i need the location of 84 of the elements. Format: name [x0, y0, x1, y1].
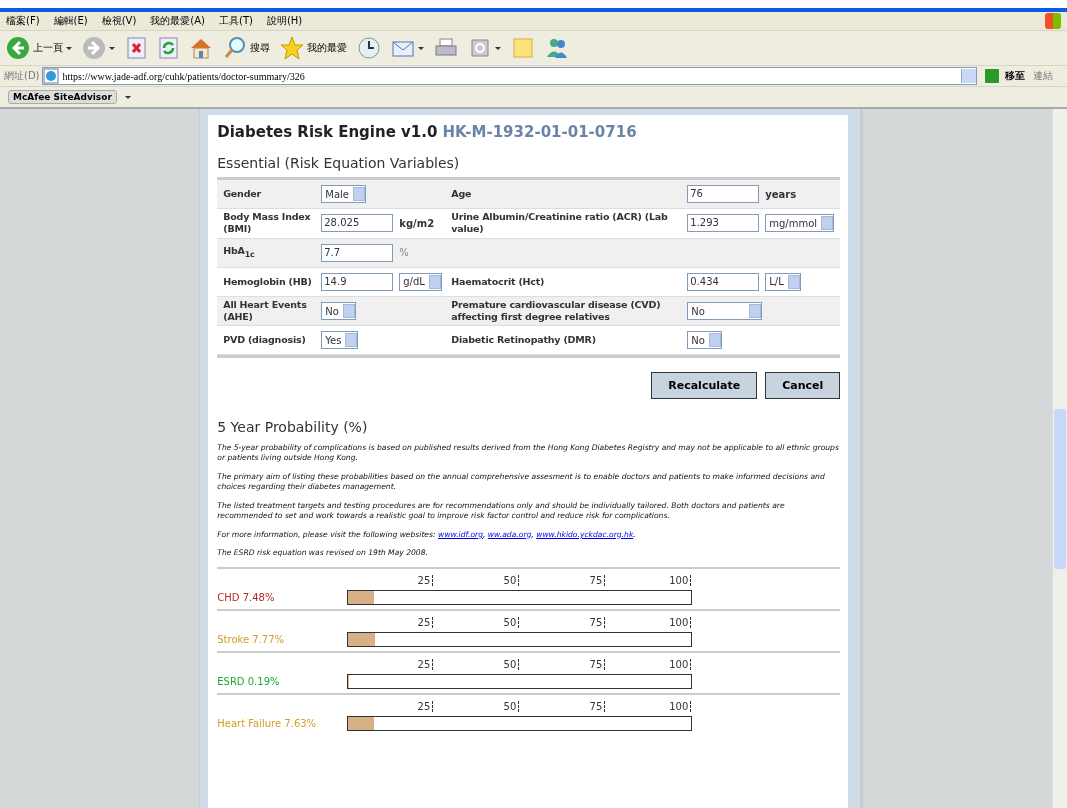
people-icon[interactable]: [545, 36, 569, 60]
address-label: 網址(D): [4, 69, 40, 83]
page-icon[interactable]: [42, 68, 59, 84]
field-label: Premature cardiovascular disease (CVD) affecting first degree relatives: [450, 297, 662, 325]
stop-icon[interactable]: [125, 36, 147, 60]
windows-logo-icon: [1045, 13, 1061, 29]
scale-tick: 100: [605, 701, 692, 713]
field-label: Diabetic Retinopathy (DMR): [450, 333, 597, 348]
dropdown[interactable]: No: [321, 302, 356, 321]
siteadvisor-button[interactable]: McAfee SiteAdvisor: [8, 90, 117, 104]
field-label: HbA$_{1c}$: [222, 244, 256, 261]
menu-item[interactable]: 檢視(V): [101, 14, 137, 28]
scale-tick: 25: [347, 575, 434, 587]
address-field[interactable]: https://www.jade-adf.org/cuhk/patients/doctor-summary/326: [41, 67, 977, 85]
section-heading: 5 Year Probability (%): [217, 419, 369, 436]
dropdown-caret-icon[interactable]: [418, 46, 424, 50]
scale-tick: 50: [433, 575, 520, 587]
cancel-button[interactable]: Cancel: [765, 372, 841, 400]
scale-tick: 75: [519, 617, 606, 629]
field-label: Hemoglobin (HB): [222, 274, 313, 289]
risk-label: Heart Failure 7.63%: [217, 718, 318, 730]
go-button[interactable]: 移至: [985, 69, 1025, 83]
field-label: Gender: [222, 186, 263, 201]
dropdown[interactable]: Male: [321, 185, 366, 203]
input-field[interactable]: 14.9: [321, 272, 394, 291]
recalculate-button[interactable]: Recalculate: [651, 372, 758, 400]
scale-tick: 50: [433, 659, 520, 671]
dropdown[interactable]: No: [687, 302, 763, 321]
field-label: PVD (diagnosis): [222, 333, 307, 348]
field-label: Haematocrit (Hct): [450, 274, 546, 289]
clock-icon[interactable]: [357, 36, 381, 60]
menu-item[interactable]: 檔案(F): [6, 14, 40, 28]
home-icon[interactable]: [189, 36, 213, 60]
unit-dropdown[interactable]: L/L: [765, 272, 801, 291]
unit-label: %: [399, 247, 409, 259]
unit-dropdown[interactable]: mg/mmol: [765, 214, 835, 233]
field-label: All Heart Events (AHE): [222, 297, 308, 325]
dropdown-caret-icon[interactable]: [124, 95, 131, 99]
field-label: Age: [450, 186, 473, 201]
toolbar-label[interactable]: 上一頁: [33, 41, 63, 55]
scale-tick: 50: [433, 701, 520, 713]
risk-label: ESRD 0.19%: [217, 676, 281, 688]
input-field[interactable]: 1.293: [687, 214, 760, 233]
input-field[interactable]: 7.7: [321, 243, 394, 262]
scale-tick: 25: [347, 617, 434, 629]
input-field[interactable]: 28.025: [321, 214, 394, 233]
toolbar-label[interactable]: 搜尋: [250, 41, 270, 55]
refresh-icon[interactable]: [157, 36, 179, 60]
input-field[interactable]: 76: [687, 185, 760, 203]
field-label: Urine Albumin/Creatinine ratio (ACR) (Lab value): [450, 210, 669, 237]
unit-dropdown[interactable]: g/dL: [399, 272, 442, 291]
scale-tick: 75: [519, 575, 606, 587]
star-icon[interactable]: [280, 36, 304, 60]
scale-tick: 75: [519, 701, 606, 713]
dropdown-button[interactable]: [961, 69, 976, 83]
unit-label: kg/m2: [399, 217, 435, 229]
dropdown-caret-icon[interactable]: [495, 46, 501, 50]
scale-tick: 100: [605, 617, 692, 629]
dropdown[interactable]: No: [687, 331, 722, 350]
scale-tick: 75: [519, 659, 606, 671]
page-title: Diabetes Risk Engine v1.0: [217, 123, 438, 141]
menu-item[interactable]: 編輯(E): [53, 14, 88, 28]
menu-item[interactable]: 說明(H): [266, 14, 303, 28]
scale-tick: 100: [605, 575, 692, 587]
search-icon[interactable]: [223, 36, 247, 60]
risk-label: Stroke 7.77%: [217, 634, 286, 646]
toolbar-label[interactable]: 我的最愛: [307, 41, 347, 55]
input-field[interactable]: 0.434: [687, 272, 760, 291]
dropdown[interactable]: Yes: [321, 331, 359, 350]
scale-tick: 25: [347, 701, 434, 713]
scale-tick: 50: [433, 617, 520, 629]
vertical-scrollbar[interactable]: [1052, 109, 1067, 808]
field-label: Body Mass Index (BMI): [222, 210, 312, 237]
menu-item[interactable]: 我的最愛(A): [150, 14, 205, 28]
patient-id: HK-M-1932-01-01-0716: [442, 123, 637, 141]
dropdown-caret-icon[interactable]: [109, 46, 115, 50]
dropdown-caret-icon[interactable]: [66, 46, 72, 50]
section-heading: Essential (Risk Equation Variables): [217, 155, 461, 171]
scale-tick: 100: [605, 659, 692, 671]
links-button[interactable]: 連結: [1033, 69, 1053, 83]
risk-label: CHD 7.48%: [217, 592, 276, 604]
unit-label: years: [765, 188, 797, 200]
menu-item[interactable]: 工具(T): [219, 14, 253, 28]
scale-tick: 25: [347, 659, 434, 671]
